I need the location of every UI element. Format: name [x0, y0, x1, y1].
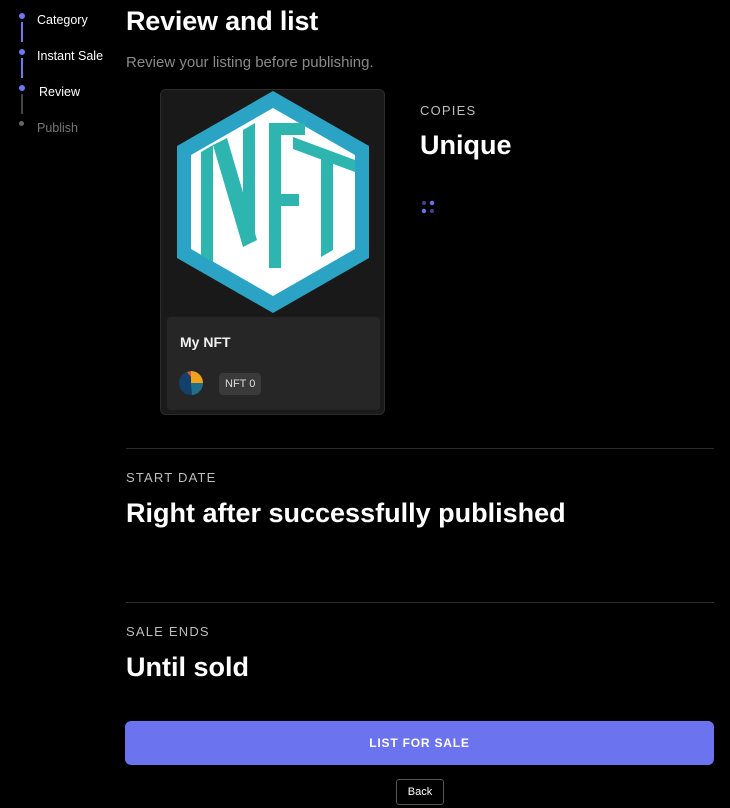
step-review[interactable]: Review: [16, 82, 116, 118]
step-dot: [19, 13, 25, 19]
step-label: Instant Sale: [37, 49, 104, 63]
start-date-label: START DATE: [126, 470, 217, 485]
step-instant-sale[interactable]: Instant Sale: [16, 46, 116, 82]
step-label: Category: [37, 13, 88, 27]
copies-label: COPIES: [420, 103, 477, 118]
nft-card-info: My NFT NFT 0: [167, 317, 380, 410]
step-connector: [21, 58, 23, 78]
nft-preview-card[interactable]: My NFT NFT 0: [160, 89, 385, 415]
list-for-sale-button[interactable]: LIST FOR SALE: [125, 721, 714, 765]
step-label: Review: [39, 85, 80, 99]
step-dot: [19, 85, 25, 91]
sale-ends-label: SALE ENDS: [126, 624, 210, 639]
step-category[interactable]: Category: [16, 10, 116, 46]
collection-badge[interactable]: NFT 0: [219, 373, 262, 395]
progress-stepper: Category Instant Sale Review Publish: [16, 10, 116, 154]
sale-ends-value: Until sold: [126, 652, 249, 682]
copies-value: Unique: [420, 130, 512, 160]
step-publish: Publish: [16, 118, 116, 154]
back-button[interactable]: Back: [396, 779, 444, 805]
start-date-value: Right after successfully published: [126, 498, 566, 528]
creator-avatar-icon[interactable]: [179, 371, 203, 395]
section-divider: [126, 602, 714, 603]
step-label: Publish: [37, 121, 78, 135]
step-connector: [21, 94, 23, 114]
page-title: Review and list: [126, 6, 319, 36]
nft-name: My NFT: [180, 334, 231, 350]
step-dot: [19, 121, 24, 126]
nft-image: [161, 90, 384, 316]
page-subtitle: Review your listing before publishing.: [126, 54, 374, 71]
section-divider: [126, 448, 714, 449]
loading-dots-icon: [421, 200, 435, 214]
step-dot: [19, 49, 25, 55]
nft-hexagon-logo: [177, 91, 369, 313]
step-connector: [21, 22, 23, 42]
